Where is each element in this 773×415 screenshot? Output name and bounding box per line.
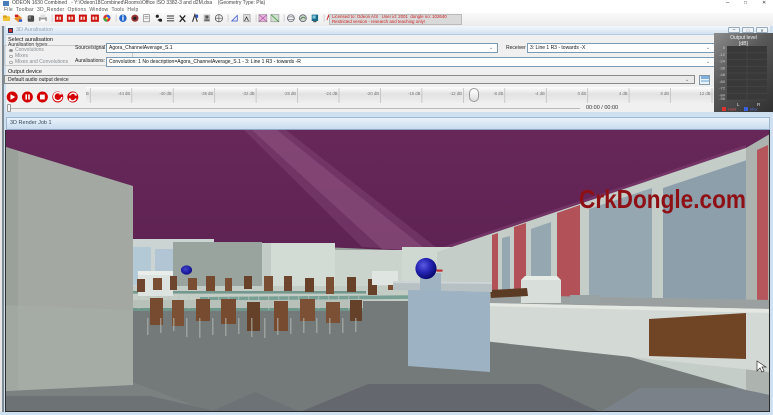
svg-text:CrkDongle.com: CrkDongle.com [579, 184, 746, 214]
